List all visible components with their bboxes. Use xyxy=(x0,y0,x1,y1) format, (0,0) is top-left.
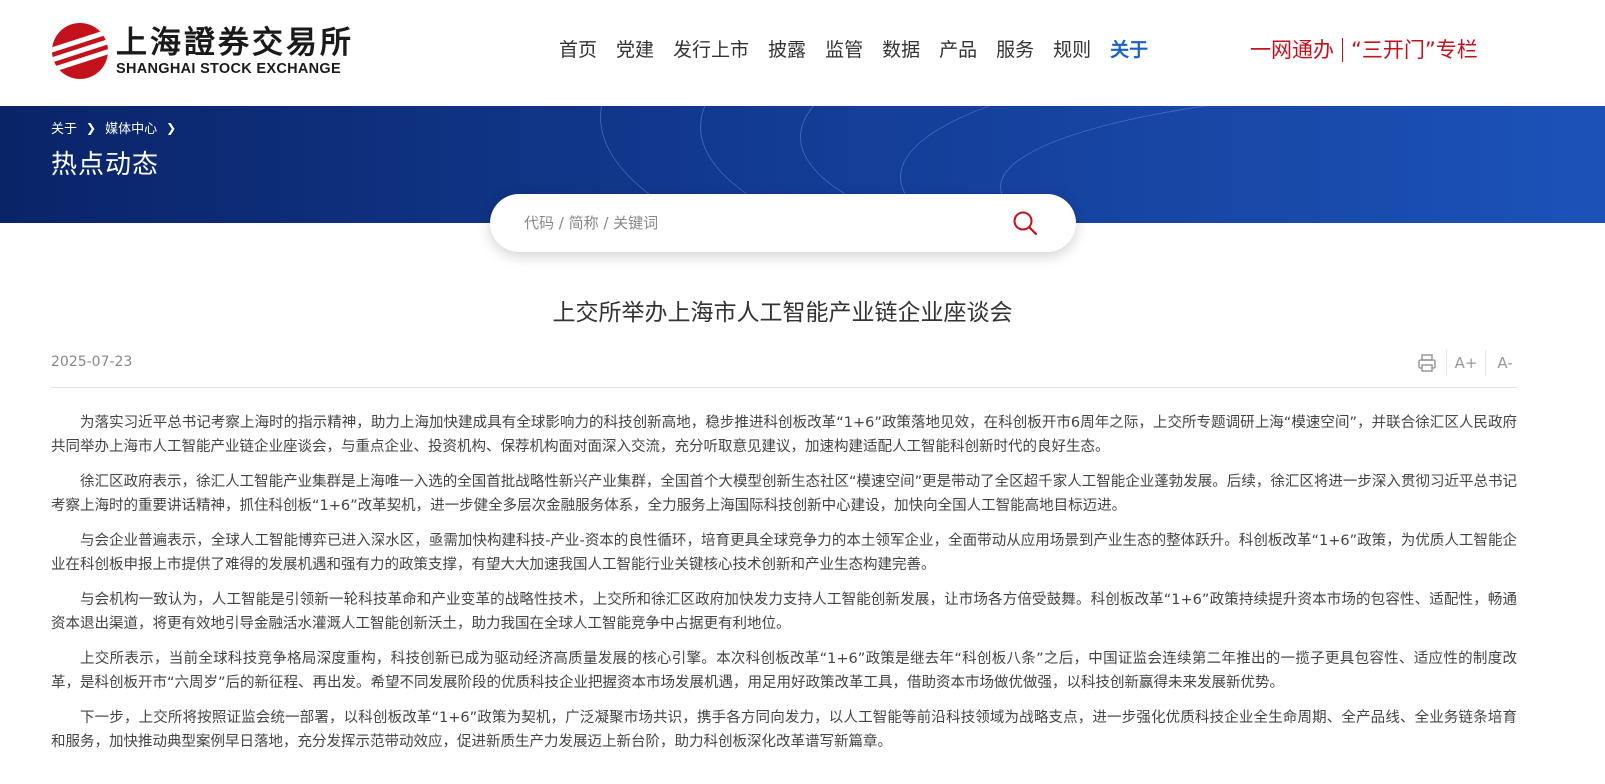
increase-font-button[interactable]: A+ xyxy=(1455,352,1478,374)
sse-logo[interactable]: 上海證券交易所 SHANGHAI STOCK EXCHANGE xyxy=(52,22,354,80)
one-stop-service-link[interactable]: 一网通办 xyxy=(1250,35,1334,65)
article-paragraph: 与会企业普遍表示，全球人工智能博弈已进入深水区，亟需加快构建科技-产业-资本的良… xyxy=(51,533,1517,573)
special-links-divider xyxy=(1342,38,1343,62)
article-body: 为落实习近平总书记考察上海时的指示精神，助力上海加快建成具有全球影响力的科技创新… xyxy=(51,411,1517,765)
nav-data[interactable]: 数据 xyxy=(882,36,920,64)
nav-about[interactable]: 关于 xyxy=(1110,36,1148,64)
special-links: 一网通办 “三开门”专栏 xyxy=(1250,35,1478,65)
breadcrumb-about[interactable]: 关于 xyxy=(51,118,77,137)
chevron-right-icon: ❯ xyxy=(86,120,97,135)
search-box xyxy=(490,194,1076,252)
article-tools: A+ A- xyxy=(1416,350,1516,376)
nav-home[interactable]: 首页 xyxy=(559,36,597,64)
article-title: 上交所举办上海市人工智能产业链企业座谈会 xyxy=(552,300,1013,326)
article-paragraph: 为落实习近平总书记考察上海时的指示精神，助力上海加快建成具有全球影响力的科技创新… xyxy=(51,415,1517,455)
article-paragraph: 与会机构一致认为，人工智能是引领新一轮科技革命和产业变革的战略性技术，上交所和徐… xyxy=(51,592,1517,632)
chevron-right-icon: ❯ xyxy=(166,120,177,135)
tools-divider xyxy=(1485,350,1486,376)
article-paragraph: 下一步，上交所将按照证监会统一部署，以科创板改革“1+6”政策为契机，广泛凝聚市… xyxy=(51,710,1517,750)
three-doors-column-link[interactable]: “三开门”专栏 xyxy=(1351,35,1478,65)
nav-services[interactable]: 服务 xyxy=(996,36,1034,64)
nav-listing[interactable]: 发行上市 xyxy=(673,36,749,64)
tools-divider xyxy=(1446,350,1447,376)
logo-chinese-name: 上海證券交易所 xyxy=(116,25,354,61)
nav-disclosure[interactable]: 披露 xyxy=(768,36,806,64)
article-date: 2025-07-23 xyxy=(51,354,133,370)
logo-english-name: SHANGHAI STOCK EXCHANGE xyxy=(116,61,341,77)
search-input[interactable] xyxy=(522,213,996,233)
nav-rules[interactable]: 规则 xyxy=(1053,36,1091,64)
printer-icon[interactable] xyxy=(1416,352,1438,374)
main-nav: 首页 党建 发行上市 披露 监管 数据 产品 服务 规则 关于 xyxy=(559,36,1167,64)
article-paragraph: 徐汇区政府表示，徐汇人工智能产业集群是上海唯一入选的全国首批战略性新兴产业集群，… xyxy=(51,474,1517,514)
sse-logo-mark-icon xyxy=(52,23,108,79)
breadcrumb: 关于 ❯ 媒体中心 ❯ xyxy=(51,118,185,138)
nav-party[interactable]: 党建 xyxy=(616,36,654,64)
breadcrumb-media-center[interactable]: 媒体中心 xyxy=(105,118,157,137)
search-icon[interactable] xyxy=(1012,210,1038,236)
page-title: 热点动态 xyxy=(51,150,160,180)
site-header: 上海證券交易所 SHANGHAI STOCK EXCHANGE 首页 党建 发行… xyxy=(0,0,1605,106)
decrease-font-button[interactable]: A- xyxy=(1494,352,1516,374)
nav-regulation[interactable]: 监管 xyxy=(825,36,863,64)
divider xyxy=(51,387,1517,388)
nav-products[interactable]: 产品 xyxy=(939,36,977,64)
article-paragraph: 上交所表示，当前全球科技竞争格局深度重构，科技创新已成为驱动经济高质量发展的核心… xyxy=(51,651,1517,691)
